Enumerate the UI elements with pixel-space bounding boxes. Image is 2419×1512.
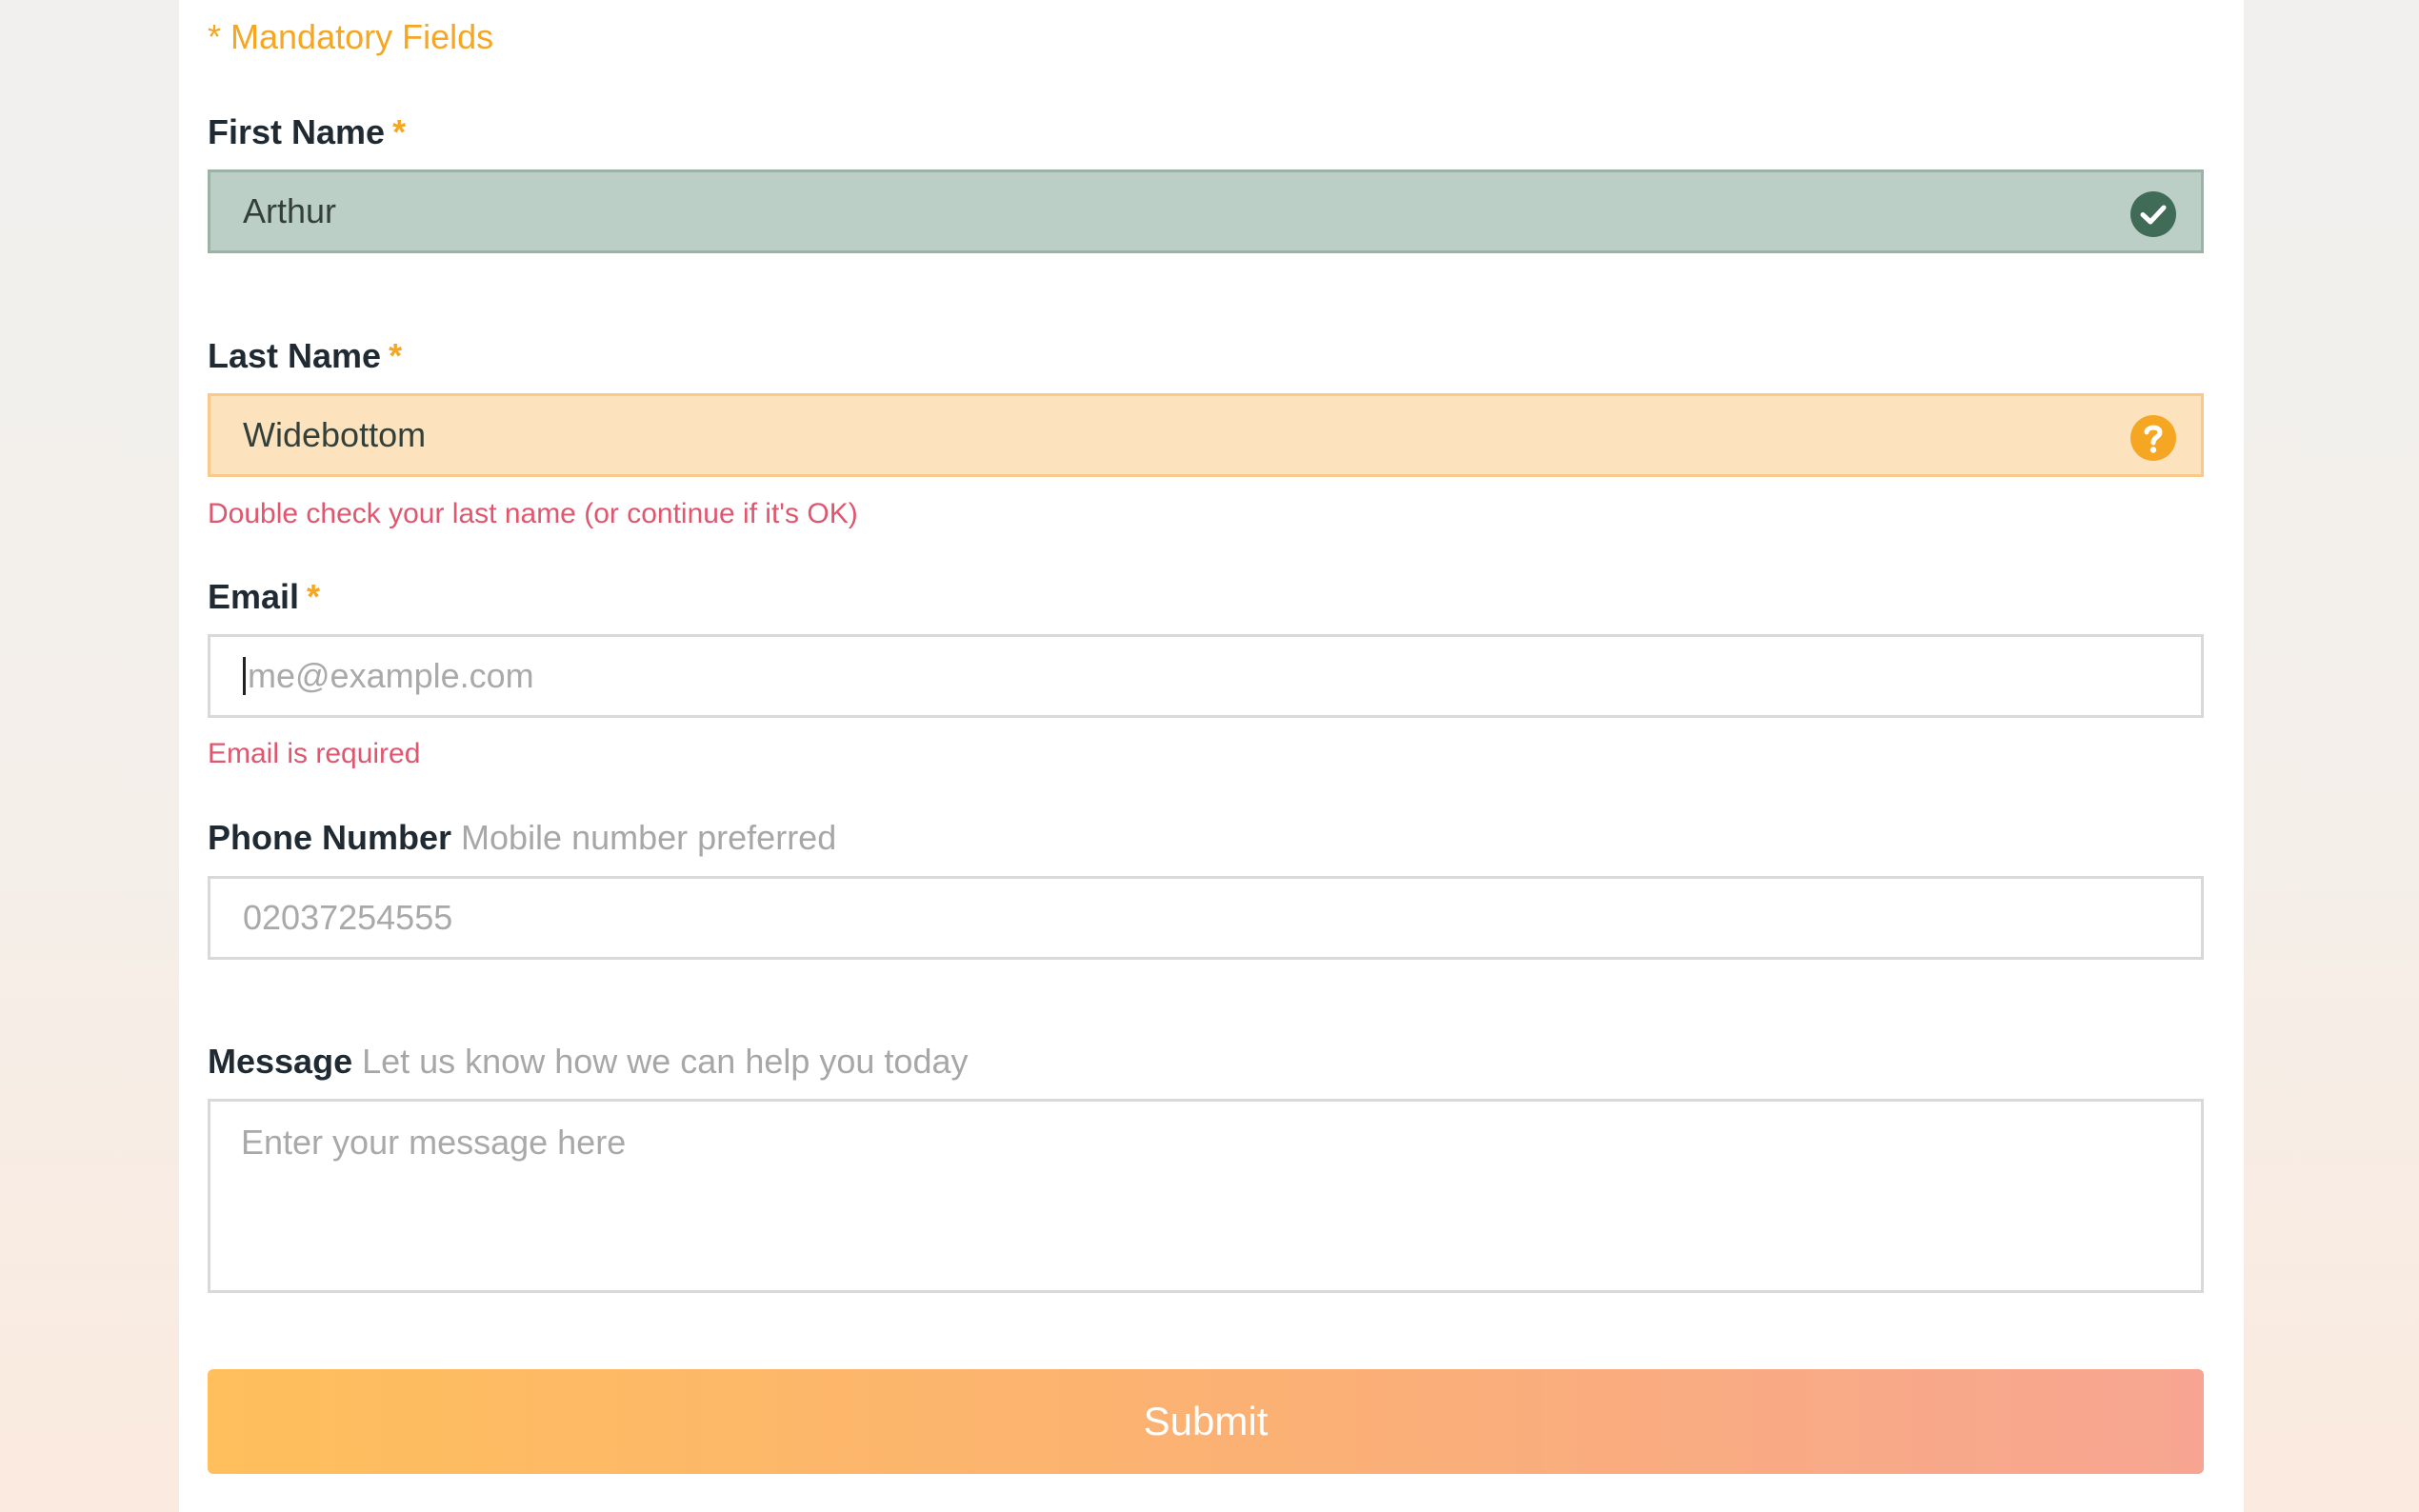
message-label-text: Message [208, 1042, 353, 1081]
message-placeholder: Enter your message here [241, 1123, 627, 1162]
last-name-warning-message: Double check your last name (or continue… [208, 498, 858, 529]
email-placeholder-wrap: me@example.com [243, 637, 534, 715]
message-hint: Let us know how we can help you today [362, 1042, 969, 1081]
message-label: Message Let us know how we can help you t… [208, 1042, 969, 1082]
submit-button[interactable]: Submit [208, 1369, 2204, 1474]
mandatory-fields-note: * Mandatory Fields [208, 17, 494, 56]
phone-label: Phone Number Mobile number preferred [208, 818, 836, 858]
phone-input[interactable]: 02037254555 [208, 876, 2204, 960]
last-name-value: Widebottom [243, 415, 427, 454]
last-name-label: Last Name * [208, 336, 402, 376]
phone-hint: Mobile number preferred [461, 818, 837, 857]
email-error-message: Email is required [208, 738, 421, 769]
phone-label-text: Phone Number [208, 818, 452, 857]
email-label-text: Email [208, 577, 300, 616]
last-name-input[interactable]: Widebottom [208, 393, 2204, 477]
email-field[interactable]: me@example.com [208, 634, 2204, 718]
text-caret [243, 657, 246, 696]
required-mark: * [307, 577, 321, 616]
message-textarea[interactable]: Enter your message here [208, 1099, 2204, 1293]
first-name-label-text: First Name [208, 112, 386, 151]
email-placeholder: me@example.com [248, 656, 534, 695]
required-mark: * [389, 336, 403, 375]
email-label: Email * [208, 577, 320, 617]
first-name-input[interactable]: Arthur [208, 169, 2204, 253]
phone-placeholder: 02037254555 [243, 898, 453, 937]
last-name-label-text: Last Name [208, 336, 382, 375]
check-circle-icon [2130, 191, 2176, 237]
first-name-label: First Name * [208, 112, 406, 152]
contact-form-card: * Mandatory Fields First Name * Arthur La… [179, 0, 2244, 1512]
first-name-value: Arthur [243, 191, 337, 230]
required-mark: * [392, 112, 407, 151]
question-circle-icon [2130, 415, 2176, 461]
